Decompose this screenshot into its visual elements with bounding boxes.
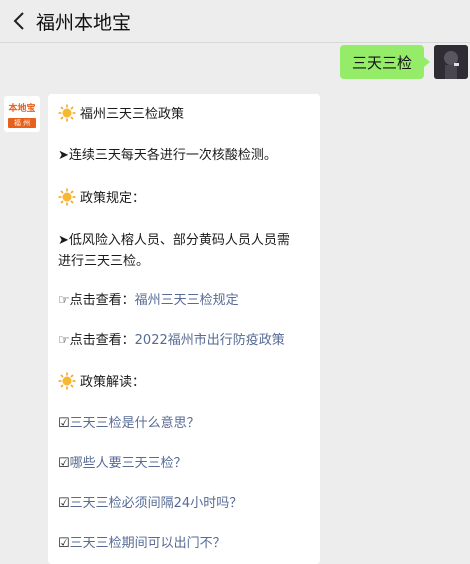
- policy-line: ➤连续三天每天各进行一次核酸检测。: [58, 148, 277, 163]
- question-link-4[interactable]: 三天三检期间可以出门不？: [70, 536, 226, 551]
- sun-icon: [58, 372, 76, 390]
- heading-policy-row: 福州三天三检政策: [58, 104, 314, 125]
- view-prefix: ☞点击查看：: [58, 293, 135, 308]
- question-row-4: ☑三天三检期间可以出门不？: [58, 533, 314, 554]
- heading-interpret-row: 政策解读：: [58, 372, 314, 393]
- question-row-1: ☑三天三检是什么意思？: [58, 413, 314, 434]
- link-travel-policy[interactable]: 2022福州市出行防疫政策: [135, 333, 285, 348]
- heading-policy: 福州三天三检政策: [80, 107, 185, 122]
- view-row-2: ☞点击查看：2022福州市出行防疫政策: [58, 330, 314, 351]
- view-row-1: ☞点击查看：福州三天三检规定: [58, 290, 314, 311]
- heading-interpret: 政策解读：: [80, 375, 146, 390]
- bendibao-avatar[interactable]: 本地宝 福 州: [4, 96, 40, 132]
- chat-header: 福州本地宝: [0, 0, 470, 43]
- question-row-2: ☑哪些人要三天三检？: [58, 453, 314, 474]
- outgoing-message: 三天三检: [0, 45, 470, 81]
- heading-rules: 政策规定：: [80, 191, 146, 206]
- sun-icon: [58, 188, 76, 206]
- view-prefix: ☞点击查看：: [58, 333, 135, 348]
- checkbox-icon: ☑: [58, 496, 70, 511]
- checkbox-icon: ☑: [58, 456, 70, 471]
- question-link-3[interactable]: 三天三检必须间隔24小时吗？: [70, 496, 243, 511]
- rules-line-1: ➤低风险入榕人员、部分黄码人员人员需: [58, 233, 290, 248]
- logo-city: 福 州: [8, 118, 36, 128]
- heading-rules-row: 政策规定：: [58, 188, 314, 209]
- user-avatar[interactable]: [434, 45, 468, 79]
- sun-icon: [58, 104, 76, 122]
- checkbox-icon: ☑: [58, 536, 70, 551]
- question-link-1[interactable]: 三天三检是什么意思？: [70, 416, 200, 431]
- message-bubble[interactable]: 三天三检: [339, 45, 431, 79]
- link-fuzhou-rules[interactable]: 福州三天三检规定: [135, 293, 239, 308]
- rules-line-2: 进行三天三检。: [58, 254, 150, 269]
- question-link-2[interactable]: 哪些人要三天三检？: [70, 456, 187, 471]
- back-arrow-icon[interactable]: [8, 10, 30, 32]
- reply-card: 福州三天三检政策 ➤连续三天每天各进行一次核酸检测。 政策规定： ➤低风险入榕人…: [48, 94, 320, 564]
- question-row-3: ☑三天三检必须间隔24小时吗？: [58, 493, 314, 514]
- checkbox-icon: ☑: [58, 416, 70, 431]
- chat-title: 福州本地宝: [36, 11, 132, 34]
- logo-text: 本地宝: [8, 103, 36, 114]
